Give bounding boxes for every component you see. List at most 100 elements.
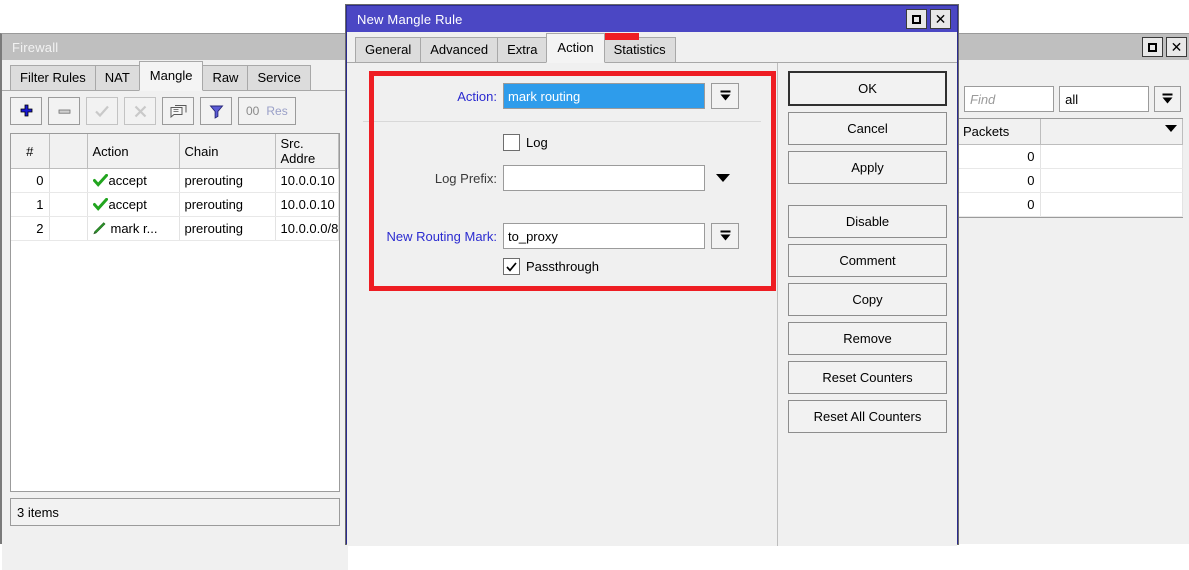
- new-routing-mark-field-row: New Routing Mark: to_proxy: [347, 223, 777, 249]
- maximize-button[interactable]: [1142, 37, 1163, 57]
- dialog-title: New Mangle Rule: [357, 11, 463, 27]
- filter-dropdown-button[interactable]: [1154, 86, 1181, 112]
- table-row[interactable]: 0: [958, 168, 1183, 193]
- tab-nat[interactable]: NAT: [94, 64, 140, 90]
- col-num[interactable]: #: [11, 134, 50, 169]
- col-flag[interactable]: [49, 134, 88, 169]
- background-window-controls: ✕: [1142, 37, 1189, 57]
- cell-action-label: accept: [108, 197, 147, 212]
- filter-button[interactable]: [200, 97, 232, 125]
- table-row[interactable]: 1 accept prerouting 10.0.0.10: [11, 192, 339, 217]
- form-divider: [363, 121, 761, 122]
- tab-extra[interactable]: Extra: [497, 36, 548, 62]
- maximize-icon: [912, 14, 921, 24]
- cell-flag: [49, 192, 88, 217]
- find-input[interactable]: Find: [964, 86, 1055, 112]
- cell-src: 10.0.0.10: [275, 192, 339, 217]
- cell-action-label: accept: [108, 173, 147, 188]
- remove-button[interactable]: [48, 97, 80, 125]
- tab-advanced[interactable]: Advanced: [420, 36, 499, 62]
- action-dropdown-button[interactable]: [711, 83, 739, 109]
- filter-select-value[interactable]: all: [1059, 86, 1150, 112]
- cell-action: mark r...: [87, 216, 180, 241]
- new-routing-mark-dropdown-button[interactable]: [711, 223, 739, 249]
- log-prefix-dropdown-button[interactable]: [711, 174, 735, 182]
- cell-packets: 0: [958, 144, 1041, 169]
- disable-button[interactable]: [124, 97, 156, 125]
- comment-icon: [170, 105, 186, 118]
- reset-counters-button[interactable]: Reset Counters: [788, 361, 947, 394]
- cell-chain: prerouting: [179, 192, 276, 217]
- log-checkbox[interactable]: [503, 134, 520, 151]
- column-menu-icon: [1165, 125, 1177, 132]
- tab-filter-rules[interactable]: Filter Rules: [10, 64, 96, 90]
- col-packets[interactable]: Packets: [958, 119, 1041, 145]
- cell-empty: [1040, 168, 1183, 193]
- green-pencil-icon: [92, 222, 105, 235]
- table-row[interactable]: 0: [958, 144, 1183, 169]
- action-input[interactable]: mark routing: [503, 83, 705, 109]
- log-prefix-input[interactable]: [503, 165, 705, 191]
- check-icon: [95, 105, 109, 117]
- table-row[interactable]: 0: [958, 192, 1183, 217]
- checkmark-icon: [506, 261, 517, 272]
- cell-action: accept: [87, 192, 180, 217]
- maximize-icon: [1148, 42, 1157, 52]
- tab-action[interactable]: Action: [546, 32, 605, 63]
- close-button[interactable]: ✕: [1166, 37, 1187, 57]
- table-row[interactable]: 0 accept prerouting 10.0.0.10: [11, 168, 339, 193]
- comment-button[interactable]: Comment: [788, 244, 947, 277]
- ok-button[interactable]: OK: [788, 71, 947, 106]
- new-routing-mark-input[interactable]: to_proxy: [503, 223, 705, 249]
- new-mangle-rule-dialog: New Mangle Rule ✕ General Advanced Extra…: [346, 5, 958, 546]
- tab-service-ports[interactable]: Service: [247, 64, 311, 90]
- tab-statistics[interactable]: Statistics: [603, 36, 676, 62]
- disable-button[interactable]: Disable: [788, 205, 947, 238]
- remove-button[interactable]: Remove: [788, 322, 947, 355]
- rules-table: # Action Chain Src. Addre 0 accept prero…: [11, 134, 339, 241]
- dialog-tabs: General Advanced Extra Action Statistics: [347, 32, 957, 63]
- cancel-button[interactable]: Cancel: [788, 112, 947, 145]
- cell-packets: 0: [958, 192, 1041, 217]
- tab-raw[interactable]: Raw: [202, 64, 249, 90]
- cell-chain: prerouting: [179, 216, 276, 241]
- log-prefix-label: Log Prefix:: [434, 170, 497, 186]
- new-routing-mark-label: New Routing Mark:: [386, 228, 497, 244]
- action-label: Action:: [457, 88, 497, 104]
- table-row[interactable]: 2 mark r... prerouting 10.0.0.0/8: [11, 216, 339, 241]
- action-form-panel: Action: mark routing Log Log Prefix: New…: [347, 63, 778, 546]
- firewall-tabs: Filter Rules NAT Mangle Raw Service: [2, 60, 348, 91]
- reset-counters-toolbar-button[interactable]: 00 Res: [238, 97, 296, 125]
- firewall-statusbar: 3 items: [10, 498, 340, 526]
- table-header-row: # Action Chain Src. Addre: [11, 134, 339, 169]
- tab-general[interactable]: General: [355, 36, 422, 62]
- action-field-row: Action: mark routing: [347, 83, 777, 109]
- apply-button[interactable]: Apply: [788, 151, 947, 184]
- reset-counters-count: 00: [246, 104, 260, 118]
- col-chain[interactable]: Chain: [179, 134, 276, 169]
- cell-action-label: mark r...: [110, 221, 158, 236]
- cell-flag: [49, 168, 88, 193]
- dialog-close-button[interactable]: ✕: [930, 9, 951, 29]
- comment-button[interactable]: [162, 97, 194, 125]
- background-window-titlebar: ✕: [958, 34, 1189, 60]
- cell-packets: 0: [958, 168, 1041, 193]
- copy-button[interactable]: Copy: [788, 283, 947, 316]
- dialog-titlebar: New Mangle Rule ✕: [347, 6, 957, 32]
- dropdown-arrow-icon: [720, 230, 730, 241]
- firewall-rules-grid[interactable]: # Action Chain Src. Addre 0 accept prero…: [10, 133, 340, 492]
- col-overflow[interactable]: [1040, 119, 1183, 145]
- background-grid[interactable]: Packets 0 0 0: [958, 118, 1183, 218]
- passthrough-checkbox[interactable]: [503, 258, 520, 275]
- cell-src: 10.0.0.10: [275, 168, 339, 193]
- reset-all-counters-button[interactable]: Reset All Counters: [788, 400, 947, 433]
- dialog-maximize-button[interactable]: [906, 9, 927, 29]
- col-src-address[interactable]: Src. Addre: [275, 134, 339, 169]
- close-icon: ✕: [1170, 39, 1183, 55]
- minus-icon: [58, 109, 70, 114]
- packets-table: Packets 0 0 0: [958, 119, 1183, 217]
- tab-mangle[interactable]: Mangle: [138, 60, 204, 91]
- col-action[interactable]: Action: [87, 134, 180, 169]
- add-button[interactable]: [10, 97, 42, 125]
- enable-button[interactable]: [86, 97, 118, 125]
